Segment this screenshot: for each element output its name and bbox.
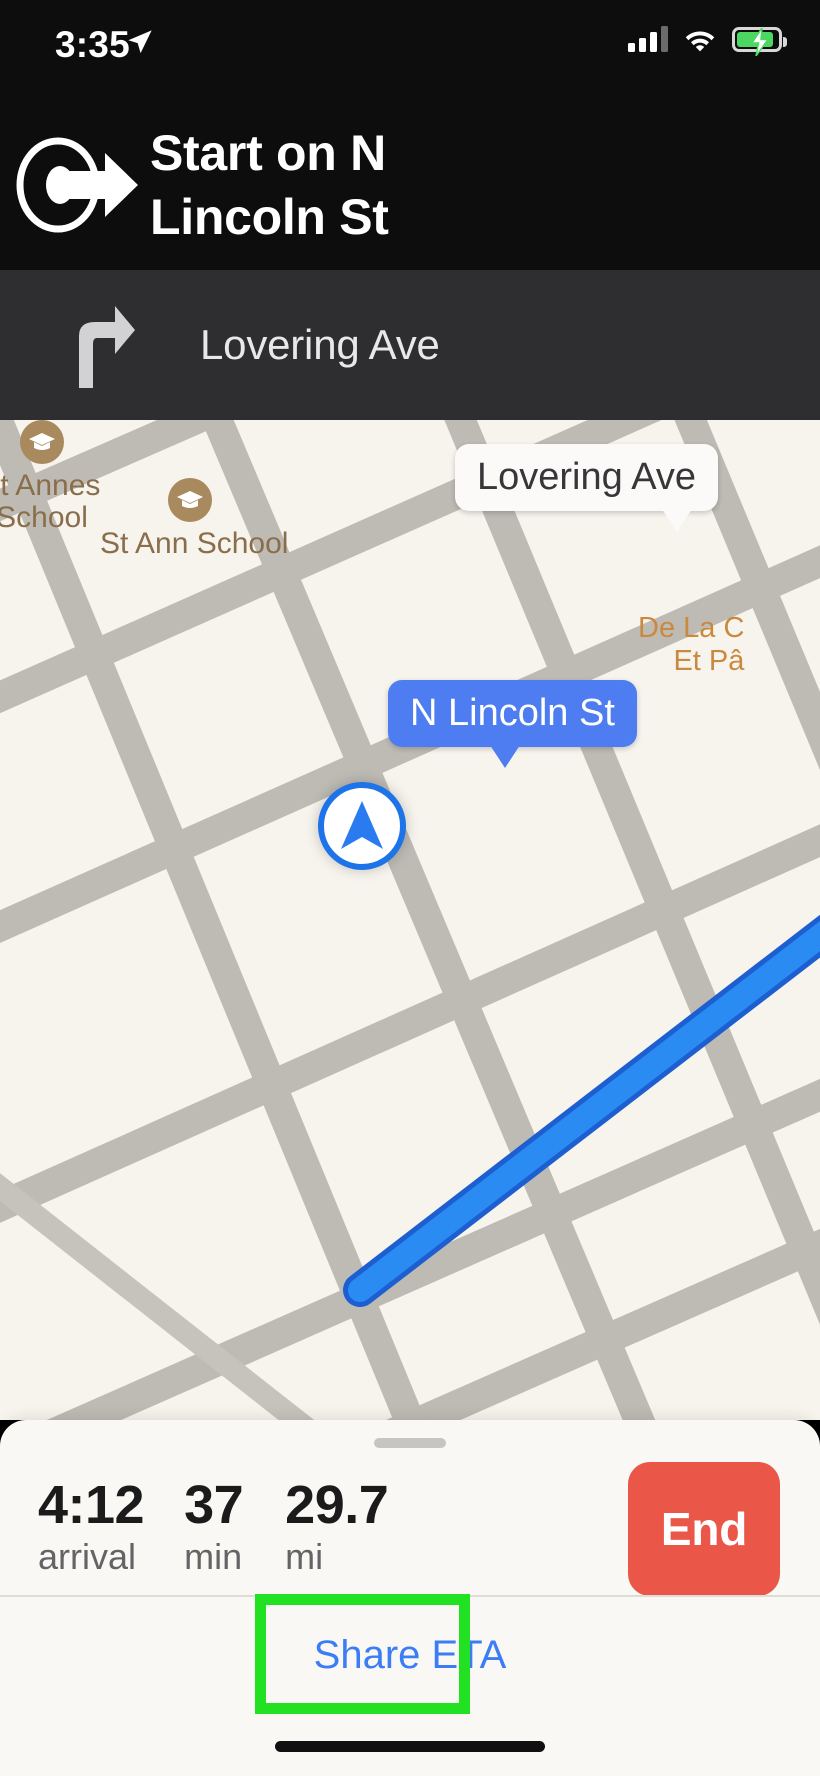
- status-bar-time: 3:35: [55, 24, 130, 65]
- battery-charging-icon: [732, 26, 787, 56]
- sheet-drag-handle[interactable]: [374, 1438, 446, 1448]
- share-eta-button[interactable]: Share ETA: [314, 1633, 507, 1678]
- map-view[interactable]: nt Annes School St Ann School Lovering A…: [0, 420, 820, 1420]
- navigation-instruction: Start on N Lincoln St: [150, 125, 389, 245]
- trip-info-sheet[interactable]: 4:12 arrival 37 min 29.7 mi End: [0, 1420, 820, 1776]
- next-step-street: Lovering Ave: [200, 321, 440, 368]
- eta-arrival-value: 4:12: [38, 1475, 145, 1535]
- eta-duration-unit: min: [184, 1536, 243, 1578]
- wifi-icon: [685, 31, 715, 52]
- navigation-puck-icon[interactable]: [318, 782, 406, 870]
- status-bar: 3:35: [0, 0, 820, 100]
- phone-screen: 3:35 Start on N Lincoln St Lovering Ave …: [0, 0, 820, 1776]
- home-indicator: [275, 1741, 545, 1752]
- next-step-banner[interactable]: Lovering Ave: [0, 270, 820, 420]
- location-arrow-icon: [128, 30, 152, 54]
- turn-right-icon: [0, 302, 200, 388]
- charging-bolt-icon: [750, 27, 770, 56]
- eta-arrival-stat: 4:12 arrival: [38, 1475, 145, 1578]
- eta-arrival-unit: arrival: [38, 1536, 137, 1578]
- callout-text: N Lincoln St: [388, 680, 637, 747]
- sheet-divider: [0, 1595, 820, 1597]
- end-navigation-button[interactable]: End: [628, 1462, 780, 1596]
- eta-duration-stat: 37 min: [184, 1475, 244, 1578]
- eta-distance-value: 29.7: [285, 1475, 389, 1535]
- eta-distance-unit: mi: [285, 1536, 324, 1578]
- status-bar-indicators: [628, 26, 787, 56]
- navigation-banner[interactable]: Start on N Lincoln St: [0, 100, 820, 270]
- callout-text: Lovering Ave: [455, 444, 719, 511]
- eta-distance-stat: 29.7 mi: [285, 1475, 389, 1578]
- map-roads: [0, 420, 820, 1420]
- depart-start-icon: [0, 133, 150, 238]
- cellular-bars-icon: [628, 26, 668, 52]
- eta-duration-value: 37: [184, 1475, 244, 1535]
